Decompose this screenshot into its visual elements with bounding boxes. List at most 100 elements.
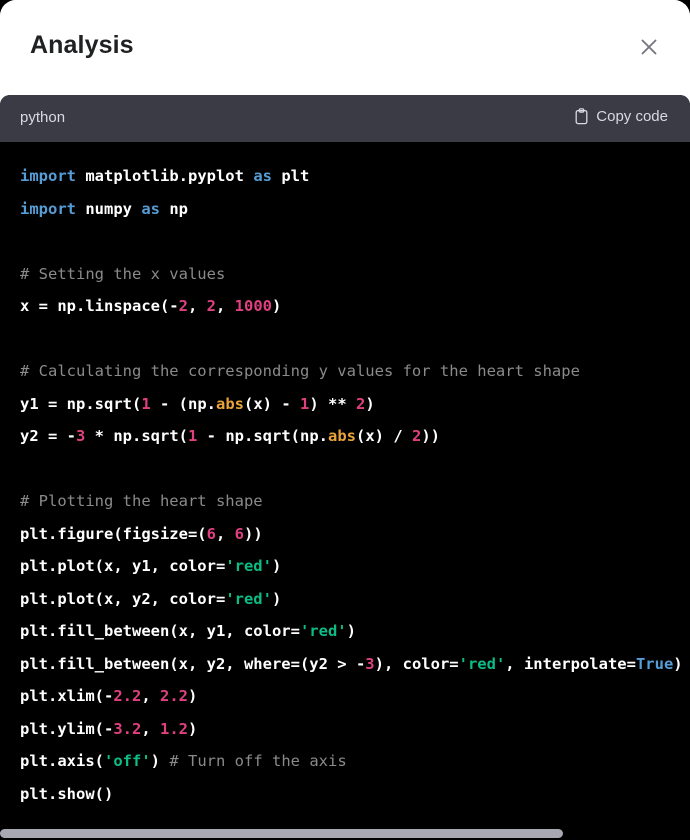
code-token: plt.plot(x, y1, color= [20, 557, 226, 575]
analysis-panel: Analysis python Copy code import matplot… [0, 0, 690, 840]
code-token: plt [271, 167, 310, 185]
code-token: 3 [76, 427, 86, 445]
code-block: python Copy code import matplotlib.pyplo… [0, 95, 690, 840]
code-line: plt.show() [20, 778, 690, 811]
code-token: 3.2 [113, 719, 142, 738]
code-token: plt.fill_between(x, y2, where=(y2 > - [20, 654, 366, 673]
code-token: 'off' [104, 752, 151, 770]
code-token: ) [272, 297, 282, 315]
code-token: 1 [188, 427, 198, 445]
code-token: ), color= [374, 654, 459, 673]
code-token: 'red' [458, 654, 506, 673]
code-token: as [141, 199, 160, 218]
code-token: , [216, 297, 235, 315]
code-token: * np.sqrt( [85, 427, 188, 445]
clipboard-icon [575, 108, 588, 125]
code-token: , [141, 719, 160, 738]
code-token: )) [421, 427, 441, 445]
horizontal-scrollbar-track[interactable] [0, 826, 690, 840]
close-button[interactable] [632, 30, 666, 64]
code-line: plt.figure(figsize=(6, 6)) [20, 518, 690, 551]
code-token: plt.show() [20, 784, 114, 803]
code-token: - (np. [150, 394, 216, 413]
code-token: ) [150, 752, 170, 770]
code-token: plt.axis( [20, 752, 104, 770]
code-token: import [20, 167, 76, 185]
code-token: numpy [76, 199, 142, 218]
code-token: 1.2 [160, 719, 188, 738]
code-token: 2 [178, 297, 188, 315]
code-token: , interpolate= [505, 654, 636, 673]
code-token: 2.2 [160, 687, 188, 705]
code-token: plt.figure(figsize=( [20, 524, 207, 543]
code-token: 'red' [225, 589, 272, 608]
code-line: plt.fill_between(x, y1, color='red') [20, 615, 690, 648]
code-token: 2.2 [113, 687, 142, 705]
horizontal-scrollbar-thumb[interactable] [0, 829, 563, 838]
code-token: plt.plot(x, y2, color= [20, 589, 226, 608]
code-line: # Plotting the heart shape [20, 485, 690, 518]
code-token: ) [188, 687, 198, 705]
code-line: plt.plot(x, y2, color='red') [20, 583, 690, 616]
code-token: plt.xlim(- [20, 687, 114, 705]
code-token: (x) - [244, 394, 300, 413]
code-token: ) [365, 394, 375, 413]
code-token: y2 = - [20, 427, 76, 445]
code-token: abs [328, 427, 356, 445]
code-token: 1 [300, 394, 310, 413]
page-title: Analysis [30, 31, 134, 59]
code-token: abs [216, 394, 244, 413]
code-token: 6 [206, 524, 216, 543]
code-token: plt.ylim(- [20, 719, 114, 738]
code-token: ) [271, 557, 282, 575]
code-line: plt.fill_between(x, y2, where=(y2 > -3),… [20, 648, 690, 681]
code-token: 3 [365, 654, 375, 673]
code-block-header: python Copy code [0, 95, 690, 142]
code-line: plt.ylim(-3.2, 1.2) [20, 713, 690, 746]
code-token: # Setting the x values [20, 264, 226, 283]
panel-titlebar: Analysis [0, 0, 690, 95]
code-token: 6 [234, 524, 244, 543]
code-token: ) ** [309, 394, 357, 413]
code-line: # Setting the x values [20, 258, 690, 291]
copy-code-button[interactable]: Copy code [574, 108, 668, 125]
code-token: 1000 [234, 297, 272, 315]
code-content: import matplotlib.pyplot as plt import nu… [0, 142, 690, 810]
code-token: )) [244, 524, 263, 543]
code-token: , [187, 297, 207, 315]
code-token: # Turn off the axis [169, 752, 347, 770]
code-line: import matplotlib.pyplot as plt [20, 160, 690, 193]
code-token: np [160, 199, 188, 218]
code-token: 1 [141, 394, 151, 413]
code-line: import numpy as np [20, 193, 690, 226]
code-line: y2 = -3 * np.sqrt(1 - np.sqrt(np.abs(x) … [20, 420, 690, 453]
code-token: 'red' [299, 622, 347, 640]
code-token: plt.fill_between(x, y1, color= [20, 622, 300, 640]
code-line: plt.xlim(-2.2, 2.2) [20, 680, 690, 713]
code-token: 2 [206, 297, 216, 315]
code-token: as [253, 167, 272, 185]
code-line: x = np.linspace(-2, 2, 1000) [20, 290, 690, 323]
code-token: ) [346, 622, 356, 640]
code-token: - np.sqrt(np. [197, 427, 328, 445]
code-token: , [215, 524, 235, 543]
code-token: # Plotting the heart shape [20, 492, 263, 510]
copy-code-label: Copy code [596, 108, 668, 125]
code-token: 'red' [225, 557, 272, 575]
code-token: import [20, 199, 76, 218]
close-icon [641, 39, 657, 55]
code-body[interactable]: import matplotlib.pyplot as plt import nu… [0, 142, 690, 840]
code-line: y1 = np.sqrt(1 - (np.abs(x) - 1) ** 2) [20, 388, 690, 421]
code-language-label: python [20, 109, 66, 126]
code-token: (x) / [356, 427, 412, 445]
code-token: True [635, 654, 674, 673]
code-token: # Calculating the corresponding y values… [20, 362, 580, 380]
code-token: ) [271, 589, 282, 608]
code-token: ) [673, 654, 683, 673]
code-token: y1 = np.sqrt( [20, 394, 142, 413]
code-line: plt.axis('off') # Turn off the axis [20, 745, 690, 778]
code-token: ) [188, 719, 198, 738]
